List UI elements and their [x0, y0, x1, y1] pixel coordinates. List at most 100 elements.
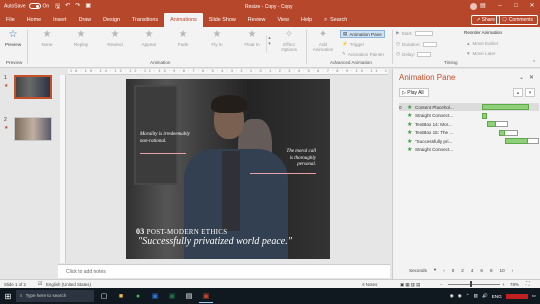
word-icon[interactable]: ▣ [148, 289, 162, 303]
timing-bar[interactable] [482, 104, 530, 110]
effect-options-button[interactable]: ✧ Effect Options [276, 30, 302, 53]
zoom-in-icon[interactable]: + [502, 282, 505, 287]
powerpoint-icon[interactable]: ▣ [199, 289, 213, 303]
timing-bar[interactable] [482, 112, 487, 119]
volume-icon[interactable]: 🔊 [482, 293, 488, 299]
scroll-right-icon[interactable]: › [512, 268, 514, 273]
connector-line-left[interactable] [140, 153, 186, 154]
effect-float-in[interactable]: ★ Float In [240, 30, 264, 48]
autosave-toggle[interactable]: AutoSave On [4, 3, 49, 10]
keyboard-language[interactable]: ENG [492, 294, 502, 299]
slide-tagline[interactable]: "Successfully privatized world peace." [138, 236, 292, 247]
trigger-button[interactable]: ⚡ Trigger [342, 41, 364, 47]
zoom-slider[interactable] [448, 284, 500, 285]
tab-review[interactable]: Review [242, 13, 272, 27]
dropdown-icon[interactable]: ▾ [434, 267, 436, 273]
tray-app-icon[interactable]: ◉ [458, 293, 462, 299]
tab-view[interactable]: View [271, 13, 295, 27]
maximize-button[interactable]: □ [508, 0, 524, 13]
effect-none[interactable]: ★ None [36, 30, 58, 48]
effect-fade[interactable]: ★ Fade [172, 30, 194, 48]
tab-design[interactable]: Design [97, 13, 126, 27]
quote-right[interactable]: The moral call is thoroughly personal. [270, 149, 316, 169]
animation-item[interactable]: ★ "Successfully pri... [399, 137, 539, 145]
tab-file[interactable]: File [0, 13, 21, 27]
save-icon[interactable]: 🖫 [55, 2, 60, 12]
slide-thumbnail-2[interactable] [14, 117, 52, 141]
excel-icon[interactable]: ▣ [165, 289, 179, 303]
tab-home[interactable]: Home [21, 13, 47, 27]
play-all-button[interactable]: ▷ Play All [399, 88, 429, 97]
close-button[interactable]: ✕ [524, 0, 540, 13]
pane-options-icon[interactable]: ⌄ [519, 74, 524, 81]
ribbon-display-icon[interactable]: ▤ [480, 2, 486, 9]
effect-replay[interactable]: ★ Replay [70, 30, 92, 48]
move-down-button[interactable]: ▾ [525, 88, 535, 97]
notifications-icon[interactable]: ▭ [532, 293, 536, 299]
store-icon[interactable]: ▤ [182, 289, 196, 303]
slide-heading[interactable]: 03 POST-MODERN ETHICS [136, 227, 227, 236]
tab-slide-show[interactable]: Slide Show [203, 13, 242, 27]
notes-toggle[interactable]: ≡ Notes [362, 282, 377, 287]
task-view-icon[interactable]: ▢ [97, 289, 111, 303]
move-earlier-button[interactable]: ▲ Move Earlier [466, 41, 498, 46]
toggle-switch[interactable] [29, 3, 42, 10]
comments-button[interactable]: 🗨 Comments [496, 15, 538, 25]
effect-rewind[interactable]: ★ Rewind [104, 30, 126, 48]
preview-button[interactable]: ☆ Preview [3, 30, 23, 48]
tray-app-icon[interactable]: ◉ [450, 293, 454, 299]
timing-bar[interactable] [499, 129, 506, 136]
redo-icon[interactable]: ↷ [75, 2, 80, 12]
spellcheck-icon[interactable]: ☑ [38, 281, 42, 287]
tab-help[interactable]: Help [295, 13, 318, 27]
present-icon[interactable]: ▣ [85, 2, 91, 12]
zoom-level[interactable]: 78% [510, 282, 519, 287]
animation-item[interactable]: 0 ★ Content Placehol... [399, 103, 539, 111]
effect-appear[interactable]: ★ Appear [138, 30, 160, 48]
animation-item[interactable]: ★ Straight Connect... [399, 146, 539, 154]
animation-item[interactable]: ★ TextBox 15: The ... [399, 129, 539, 137]
slide-canvas[interactable]: Morality is irredeemably non-rational. T… [126, 79, 330, 259]
move-up-button[interactable]: ▴ [513, 88, 523, 97]
chrome-icon[interactable]: ● [131, 289, 145, 303]
search-box[interactable]: ⌕ Search [324, 17, 347, 24]
file-explorer-icon[interactable]: ■ [114, 289, 128, 303]
timeline-scale[interactable]: Seconds ▾ ‹ 0 2 4 6 8 10 › [409, 267, 513, 273]
tab-insert[interactable]: Insert [47, 13, 72, 27]
close-icon[interactable]: ✕ [529, 74, 534, 81]
animation-pane-button[interactable]: ▤ Animation Pane [340, 30, 385, 38]
animation-item[interactable]: ★ TextBox 14: Mor... [399, 120, 539, 128]
tab-draw[interactable]: Draw [73, 13, 98, 27]
start-dropdown[interactable]: ▶ Start: [396, 30, 433, 36]
collapse-ribbon-icon[interactable]: ⌃ [532, 60, 536, 66]
effect-fly-in[interactable]: ★ Fly In [206, 30, 228, 48]
scroll-left-icon[interactable]: ‹ [443, 268, 445, 273]
tab-animations[interactable]: Animations [164, 13, 203, 27]
move-later-button[interactable]: ▼ Move Later [466, 51, 496, 56]
taskbar-search[interactable]: ⌕ Type here to search [16, 290, 94, 302]
notes-pane[interactable]: Click to add notes [58, 264, 390, 278]
minimize-button[interactable]: – [492, 0, 508, 13]
undo-icon[interactable]: ↶ [65, 2, 70, 12]
duration-field[interactable]: ◷ Duration: [396, 41, 437, 47]
slide-thumbnail-1[interactable] [14, 75, 52, 99]
tab-transitions[interactable]: Transitions [126, 13, 164, 27]
network-icon[interactable]: ▥ [474, 293, 478, 299]
language-indicator[interactable]: English (United States) [46, 282, 91, 287]
gallery-scroll[interactable]: ▴ ▾ [266, 35, 272, 53]
connector-line-right[interactable] [250, 173, 316, 174]
animation-item[interactable]: ★ Straight Connect... [399, 112, 539, 120]
clock-redacted[interactable] [505, 293, 528, 299]
timing-bar[interactable] [486, 121, 496, 127]
windows-start-icon[interactable]: ⊞ [0, 292, 16, 301]
animation-painter-button[interactable]: ✎ Animation Painter [342, 51, 384, 57]
delay-field[interactable]: ◷ Delay: [396, 51, 432, 57]
quote-left[interactable]: Morality is irredeemably non-rational. [140, 132, 190, 145]
fit-slide-icon[interactable]: ⛶ [526, 281, 530, 287]
add-animation-button[interactable]: ✦ Add Animation [310, 30, 336, 53]
avatar[interactable] [470, 3, 477, 10]
zoom-out-icon[interactable]: − [440, 282, 443, 287]
chevron-up-icon[interactable]: ⌃ [466, 293, 470, 299]
zoom-thumb[interactable] [470, 281, 472, 287]
timing-bar[interactable] [505, 138, 528, 144]
